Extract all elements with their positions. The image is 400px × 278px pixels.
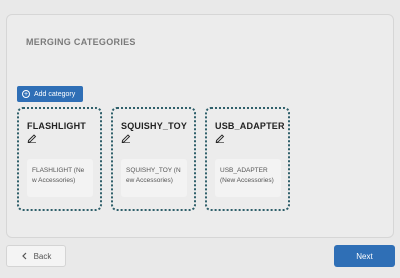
category-title: USB_ADAPTER xyxy=(215,121,285,131)
category-card-squishy-toy[interactable]: SQUISHY_TOY SQUISHY_TOY (New Accessories… xyxy=(111,107,196,211)
pencil-icon[interactable] xyxy=(27,133,37,143)
back-button[interactable]: Back xyxy=(6,245,66,267)
add-category-button[interactable]: + Add category xyxy=(17,86,83,102)
category-item-chip[interactable]: SQUISHY_TOY (New Accessories) xyxy=(121,159,187,197)
category-card-flashlight[interactable]: FLASHLIGHT FLASHLIGHT (New Accessories) xyxy=(17,107,102,211)
plus-circle-icon: + xyxy=(22,90,30,98)
chevron-left-icon xyxy=(21,252,27,260)
section-title: MERGING CATEGORIES xyxy=(26,37,136,47)
back-label: Back xyxy=(33,251,52,261)
category-title: SQUISHY_TOY xyxy=(121,121,188,131)
category-item-chip[interactable]: FLASHLIGHT (New Accessories) xyxy=(27,159,93,197)
next-button[interactable]: Next xyxy=(334,245,395,267)
category-title: FLASHLIGHT xyxy=(27,121,86,131)
category-item-chip[interactable]: USB_ADAPTER (New Accessories) xyxy=(215,159,281,197)
pencil-icon[interactable] xyxy=(121,133,131,143)
add-category-label: Add category xyxy=(34,90,76,98)
category-card-usb-adapter[interactable]: USB_ADAPTER USB_ADAPTER (New Accessories… xyxy=(205,107,290,211)
pencil-icon[interactable] xyxy=(215,133,225,143)
